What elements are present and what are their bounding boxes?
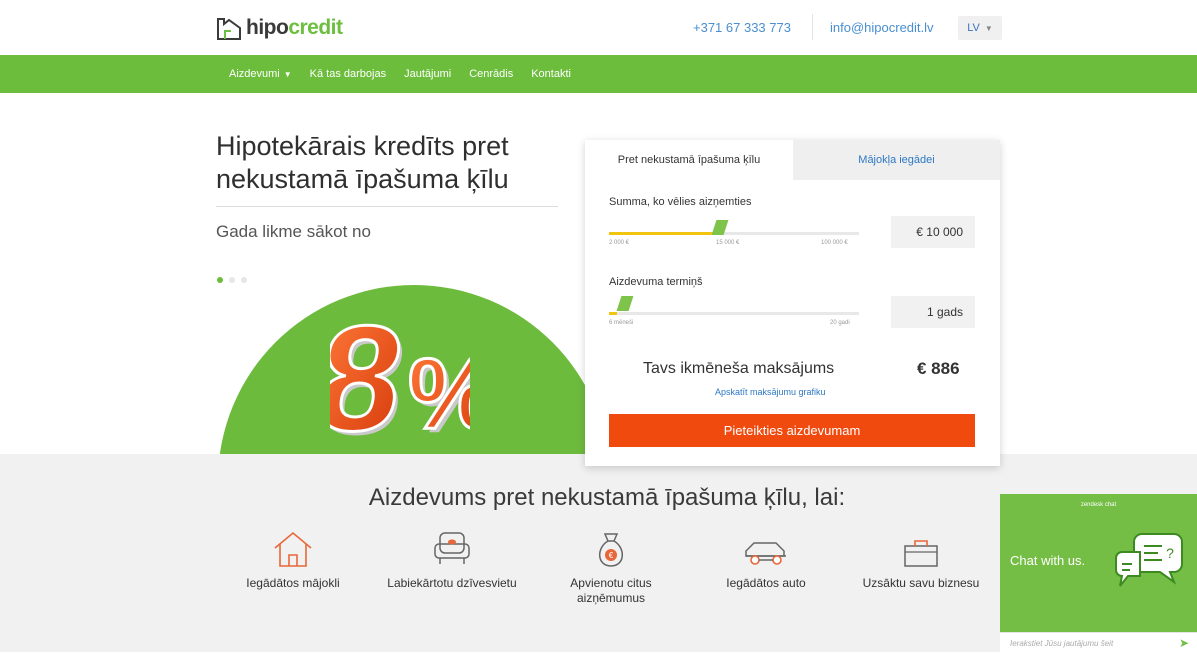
benefit-home[interactable]: Iegādātos mājokli [228,528,358,591]
term-slider-track[interactable] [609,312,859,315]
chat-header: zendesk chat [1080,502,1117,508]
nav-item-aizdevumi[interactable]: Aizdevumi ▼ [229,68,292,80]
term-value-field[interactable]: 1 gads [891,296,975,328]
benefit-label: Uzsāktu savu biznesu [862,576,980,590]
nav-item-label: Kā tas darbojas [309,68,387,80]
main-nav: Aizdevumi ▼ Kā tas darbojas Jautājumi Ce… [0,55,1197,93]
armchair-icon [387,528,517,568]
briefcase-icon [856,528,986,568]
svg-text:?: ? [1166,545,1174,561]
amount-mid-label: 15 000 € [716,240,740,246]
benefit-label: Labiekārtotu dzīvesvietu [387,576,517,590]
term-slider-handle[interactable] [616,296,633,311]
monthly-payment-label: Tavs ikmēneša maksājums [643,360,835,377]
promo-percent-graphic: 8 8 % % [305,282,501,466]
hero-title: Hipotekārais kredīts pret nekustamā īpaš… [216,131,509,194]
tab-pledge[interactable]: Pret nekustamā īpašuma ķīlu [585,140,793,180]
svg-text:€: € [609,551,614,560]
amount-min-label: 2 000 € [609,240,630,246]
apply-button[interactable]: Pieteikties aizdevumam [609,414,975,447]
nav-item-label: Kontakti [531,68,571,80]
logo[interactable]: hipocredit [216,10,343,46]
money-bag-icon: € [546,528,676,568]
amount-value-field[interactable]: € 10 000 [891,216,975,248]
payment-schedule-link[interactable]: Apskatīt maksājumu grafiku [715,387,826,397]
loan-calculator: Pret nekustamā īpašuma ķīlu Mājokļa iegā… [585,140,1000,466]
chevron-down-icon: ▼ [984,23,993,33]
language-selector[interactable]: LV ▼ [958,16,1002,40]
benefit-car[interactable]: Iegādātos auto [701,528,831,591]
slider-dot[interactable] [241,277,247,283]
nav-item-pricing[interactable]: Cenrādis [469,68,513,80]
benefit-consolidate[interactable]: € Apvienotu citus aizņēmumus [546,528,676,606]
term-max-label: 20 gadi [830,320,850,326]
promo-percent-sign: % [408,338,470,450]
amount-max-label: 100 000 € [821,240,848,246]
car-icon [701,528,831,568]
monthly-payment-value: € 886 [917,359,960,378]
term-label: Aizdevuma termiņš [609,276,703,288]
house-logo-icon [216,15,242,41]
chat-input[interactable]: Ierakstiet Jūsu jautājumu šeit ➤ [1000,632,1197,653]
logo-text: hipocredit [246,16,343,39]
amount-slider-fill [609,232,714,235]
term-min-label: 6 mēneši [609,320,634,326]
amount-label: Summa, ko vēlies aizņemties [609,196,752,208]
nav-item-label: Aizdevumi [229,68,280,80]
hero-divider [216,206,558,207]
slider-dot[interactable] [229,277,235,283]
nav-item-how-it-works[interactable]: Kā tas darbojas [310,68,386,80]
chevron-down-icon: ▼ [283,69,292,79]
tab-home-purchase[interactable]: Mājokļa iegādei [793,140,1000,180]
house-icon [228,528,358,568]
promo-percent-eight: 8 [330,295,414,452]
slider-dot[interactable] [217,277,223,283]
slider-dots [217,277,247,283]
nav-item-label: Cenrādis [469,68,514,80]
amount-slider-track[interactable] [609,232,859,235]
benefit-label: Iegādātos auto [726,576,806,590]
chat-widget[interactable]: zendesk chat Chat with us. ? Ierakstiet … [1000,494,1197,653]
hero-subtitle: Gada likme sākot no [216,222,371,241]
benefit-label: Iegādātos mājokli [246,576,340,590]
email-link[interactable]: info@hipocredit.lv [830,20,934,35]
benefit-label: Apvienotu citus aizņēmumus [570,576,652,605]
language-label: LV [967,22,980,34]
term-slider-fill [609,312,617,315]
chat-prompt: Chat with us. [1010,553,1086,568]
phone-link[interactable]: +371 67 333 773 [693,20,791,35]
send-arrow-icon[interactable]: ➤ [1179,636,1189,650]
chat-bubble-icon: ? [1112,528,1186,605]
benefit-business[interactable]: Uzsāktu savu biznesu [856,528,986,591]
nav-item-label: Jautājumi [404,68,452,80]
nav-item-questions[interactable]: Jautājumi [404,68,451,80]
header-divider [812,14,813,40]
chat-input-placeholder: Ierakstiet Jūsu jautājumu šeit [1010,638,1114,648]
benefit-renovate[interactable]: Labiekārtotu dzīvesvietu [387,528,517,591]
nav-item-contacts[interactable]: Kontakti [531,68,571,80]
